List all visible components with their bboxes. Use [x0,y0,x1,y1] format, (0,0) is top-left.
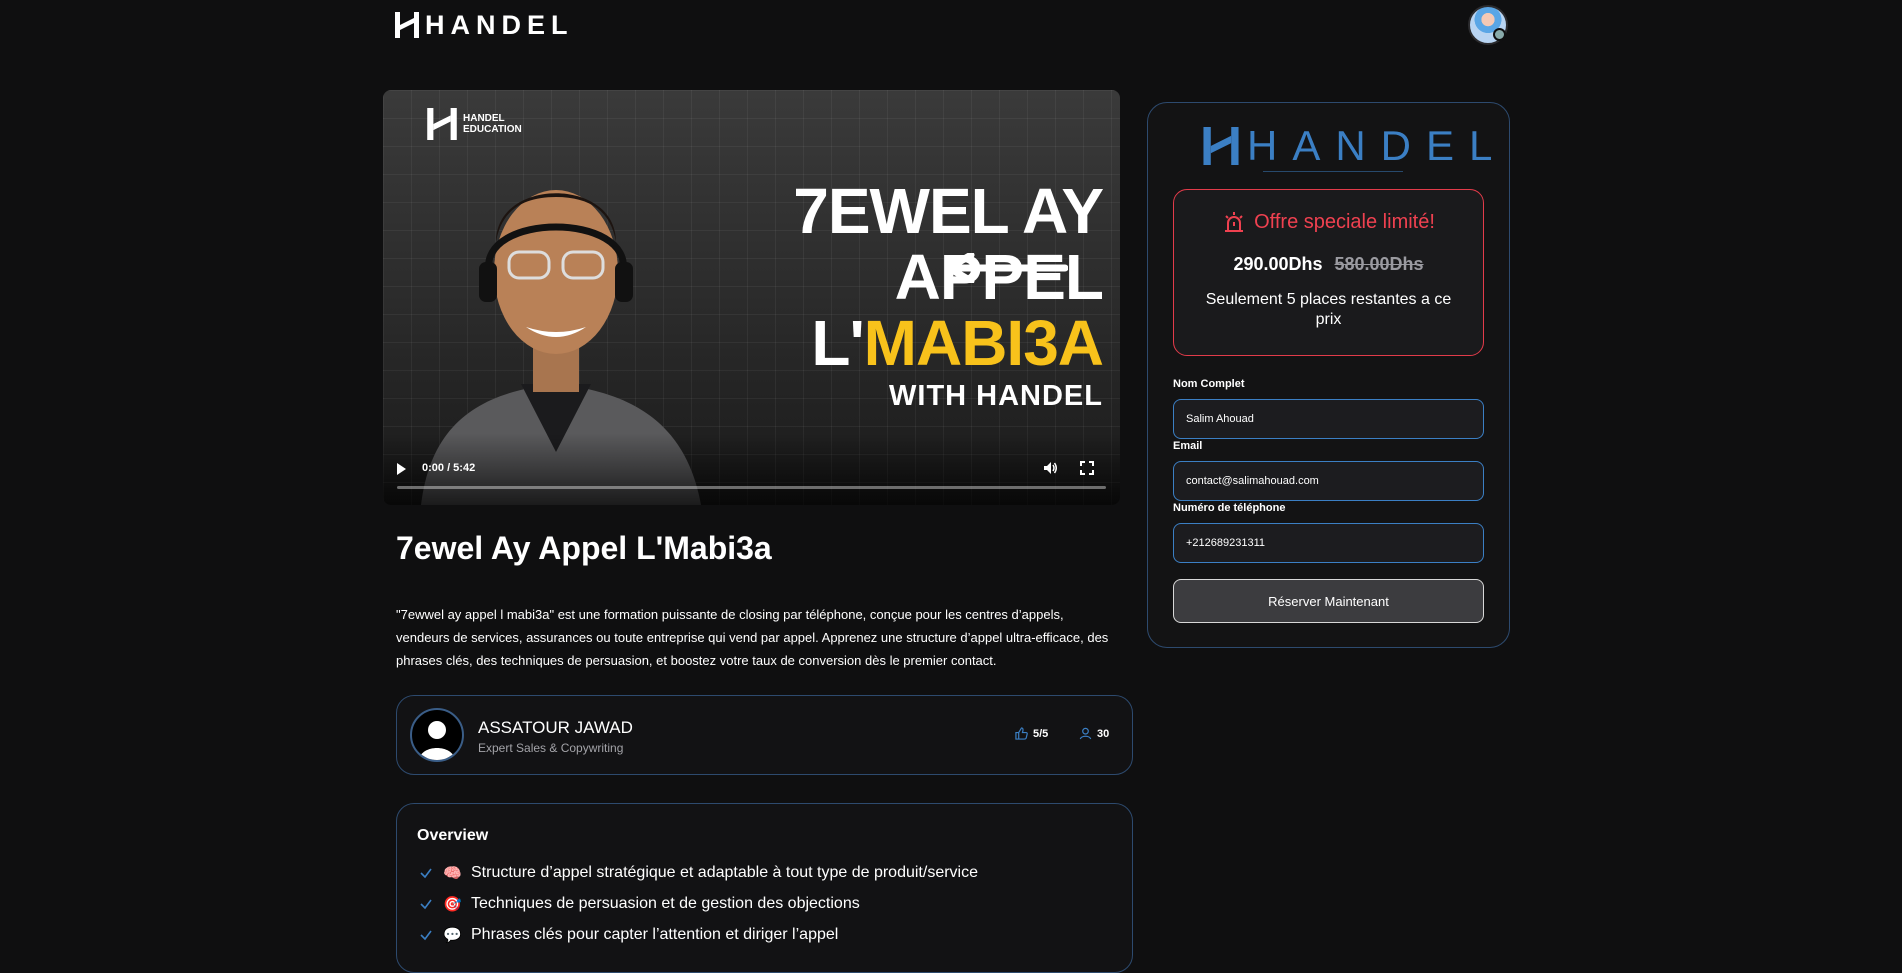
overview-card: Overview 🧠 Structure d’appel stratégique… [396,803,1133,973]
video-controls [383,433,1120,505]
card-logo: HANDEL [1203,122,1508,172]
thumbs-up-icon [1015,727,1028,740]
overview-item: 🎯 Techniques de persuasion et de gestion… [419,895,860,913]
headline-line3-highlight: MABI3A [863,307,1104,379]
video-brand-line1: HANDEL [463,113,505,124]
card-brand-text: HANDEL [1247,122,1508,169]
video-time: 0:00 / 5:42 [422,462,476,474]
current-price: 290.00Dhs [1233,254,1323,274]
headline-line1: 7EWEL AY [793,175,1104,247]
phone-label: Numéro de téléphone [1173,502,1286,514]
instructor-avatar [410,708,464,762]
play-icon[interactable] [394,462,408,476]
overview-item-emoji: 💬 [443,927,462,944]
card-logo-underline [1263,171,1403,172]
video-brand: HANDEL EDUCATION [427,108,522,140]
headline-line4: WITH HANDEL [889,380,1103,412]
students-count: 30 [1097,727,1110,740]
check-icon [420,868,432,879]
booking-card: HANDEL Offre speciale limité! 290.00Dhs … [1147,102,1510,648]
overview-item-text: Structure d’appel stratégique et adaptab… [471,864,978,881]
arrow-left-icon [945,253,1068,283]
reserve-button[interactable]: Réserver Maintenant [1173,579,1484,623]
course-description: "7ewwel ay appel l mabi3a" est une forma… [396,607,1109,668]
overview-item-emoji: 🎯 [443,896,462,913]
headline-line3-prefix: L' [811,307,864,379]
alarm-icon [1225,212,1244,232]
email-field[interactable] [1173,461,1484,501]
offer-header: Offre speciale limité! [1174,210,1483,234]
rating-value: 5/5 [1033,727,1049,740]
email-label: Email [1173,440,1203,452]
phone-field[interactable] [1173,523,1484,563]
video-brand-line2: EDUCATION [463,124,522,135]
students-stat: 30 [1079,727,1109,740]
price-row: 290.00Dhs 580.00Dhs [1174,254,1483,275]
video-headline: 7EWEL AY APPEL L'MABI3A WITH HANDEL [673,175,1104,416]
instructor-name: ASSATOUR JAWAD [478,718,633,737]
check-icon [420,930,432,941]
video-progress-track[interactable] [397,486,1106,489]
overview-item-text: Phrases clés pour capter l’attention et … [471,926,839,943]
offer-title: Offre speciale limité! [1254,210,1435,233]
instructor-role: Expert Sales & Copywriting [478,741,624,755]
volume-icon[interactable] [1042,460,1058,476]
course-title: 7ewel Ay Appel L'Mabi3a [396,530,772,566]
old-price: 580.00Dhs [1334,254,1424,274]
overview-item: 💬 Phrases clés pour capter l’attention e… [419,926,838,944]
special-offer-box: Offre speciale limité! 290.00Dhs 580.00D… [1173,189,1484,356]
header-brand-text: HANDEL [425,10,574,40]
user-avatar[interactable] [1468,5,1508,45]
header-logo[interactable]: HANDEL [395,10,574,40]
fullscreen-icon[interactable] [1080,461,1094,475]
overview-item-text: Techniques de persuasion et de gestion d… [471,895,860,912]
overview-title: Overview [417,827,489,844]
user-silhouette-icon [419,721,455,760]
handel-logo-icon [395,12,419,38]
name-field[interactable] [1173,399,1484,439]
check-icon [420,899,432,910]
overview-item: 🧠 Structure d’appel stratégique et adapt… [419,864,978,882]
name-label: Nom Complet [1173,378,1245,390]
offer-note: Seulement 5 places restantes a ce prix [1205,291,1452,328]
handel-logo-icon [1203,127,1239,165]
course-video-player[interactable]: HANDEL EDUCATION 7EWEL AY APPEL L'MABI3A… [383,90,1120,505]
instructor-card: ASSATOUR JAWAD Expert Sales & Copywritin… [396,695,1133,775]
overview-item-emoji: 🧠 [443,865,462,882]
status-dot [1493,28,1506,41]
user-icon [1079,727,1092,740]
handel-education-icon [427,108,457,140]
headline-line3: L'MABI3A [673,307,1104,379]
rating-stat: 5/5 [1015,727,1048,740]
